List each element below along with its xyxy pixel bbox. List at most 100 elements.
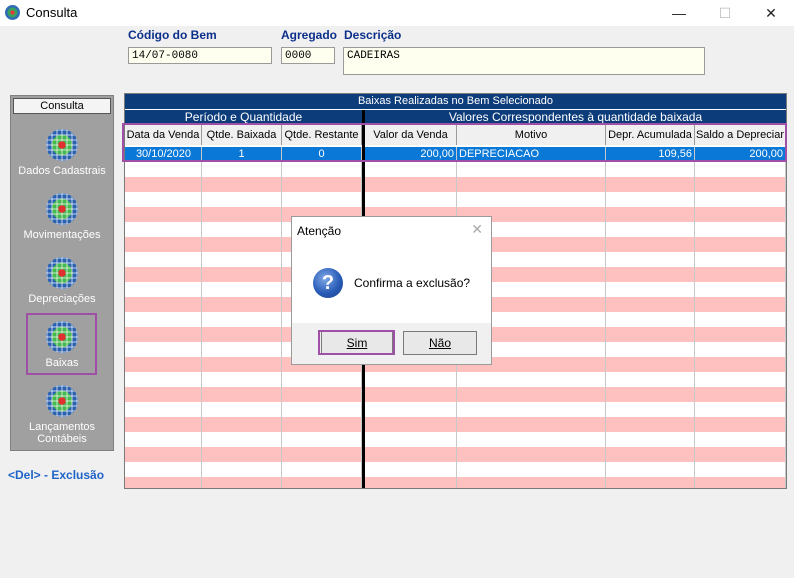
empty-cell (606, 462, 695, 477)
empty-cell (365, 177, 457, 192)
window-title: Consulta (26, 5, 78, 20)
no-button[interactable]: Não (403, 331, 477, 355)
empty-cell (695, 432, 786, 447)
sidebar-item-label: Lançamentos Contábeis (28, 421, 96, 445)
empty-cell (282, 447, 362, 462)
globe-icon (46, 257, 78, 289)
empty-cell (695, 162, 786, 177)
empty-cell (606, 177, 695, 192)
empty-cell (125, 402, 202, 417)
empty-cell (695, 402, 786, 417)
minimize-button[interactable]: — (656, 0, 702, 26)
empty-cell (125, 312, 202, 327)
dialog-message: Confirma a exclusão? (354, 276, 471, 290)
empty-row (125, 402, 786, 417)
empty-cell (606, 312, 695, 327)
empty-cell (457, 402, 606, 417)
empty-cell (125, 387, 202, 402)
empty-cell (695, 177, 786, 192)
empty-row (125, 417, 786, 432)
empty-cell (606, 327, 695, 342)
empty-cell (365, 447, 457, 462)
empty-cell (202, 477, 282, 488)
sidebar-item-depreciacoes[interactable]: Depreciações (11, 257, 113, 305)
empty-cell (202, 417, 282, 432)
empty-cell (695, 252, 786, 267)
empty-cell (695, 357, 786, 372)
empty-cell (606, 267, 695, 282)
empty-cell (125, 432, 202, 447)
empty-cell (606, 372, 695, 387)
descricao-label: Descrição (344, 28, 402, 42)
empty-row (125, 432, 786, 447)
empty-cell (695, 312, 786, 327)
sidebar-header: Consulta (13, 98, 111, 114)
empty-cell (202, 207, 282, 222)
sidebar-item-label: Dados Cadastrais (18, 165, 106, 177)
descricao-field[interactable]: CADEIRAS (343, 47, 705, 75)
empty-cell (202, 312, 282, 327)
empty-cell (457, 417, 606, 432)
empty-row (125, 162, 786, 177)
empty-cell (202, 372, 282, 387)
sidebar: Consulta Dados Cadastrais Movimentações … (10, 95, 114, 451)
empty-cell (125, 372, 202, 387)
empty-cell (202, 267, 282, 282)
empty-cell (282, 432, 362, 447)
sidebar-item-movimentacoes[interactable]: Movimentações (11, 193, 113, 241)
empty-cell (125, 297, 202, 312)
dialog-title: Atenção (297, 224, 342, 238)
empty-cell (365, 417, 457, 432)
empty-cell (606, 342, 695, 357)
empty-cell (457, 432, 606, 447)
empty-cell (365, 462, 457, 477)
empty-cell (202, 447, 282, 462)
empty-cell (606, 237, 695, 252)
empty-cell (457, 477, 606, 488)
empty-cell (125, 237, 202, 252)
empty-cell (125, 357, 202, 372)
empty-cell (606, 192, 695, 207)
empty-cell (695, 297, 786, 312)
globe-icon (46, 193, 78, 225)
empty-cell (125, 207, 202, 222)
empty-row (125, 462, 786, 477)
empty-row (125, 387, 786, 402)
empty-cell (202, 162, 282, 177)
empty-cell (695, 282, 786, 297)
empty-cell (282, 417, 362, 432)
maximize-button[interactable]: ☐ (702, 0, 748, 26)
dialog-close-icon[interactable]: ✕ (471, 221, 483, 238)
empty-cell (282, 402, 362, 417)
sidebar-item-label: Movimentações (23, 229, 101, 241)
sidebar-item-dados-cadastrais[interactable]: Dados Cadastrais (11, 129, 113, 177)
empty-cell (695, 417, 786, 432)
codigo-label: Código do Bem (128, 28, 217, 42)
empty-cell (125, 462, 202, 477)
empty-row (125, 177, 786, 192)
agregado-field[interactable]: 0000 (281, 47, 335, 64)
empty-cell (125, 327, 202, 342)
empty-cell (606, 357, 695, 372)
delete-hint: <Del> - Exclusão (8, 468, 105, 482)
empty-cell (606, 402, 695, 417)
close-button[interactable]: ✕ (748, 0, 794, 26)
empty-cell (202, 327, 282, 342)
empty-cell (606, 282, 695, 297)
empty-cell (695, 327, 786, 342)
empty-cell (202, 432, 282, 447)
sidebar-item-lancamentos-contabeis[interactable]: Lançamentos Contábeis (11, 385, 113, 445)
empty-cell (695, 387, 786, 402)
empty-cell (125, 282, 202, 297)
codigo-field[interactable]: 14/07-0080 (128, 47, 272, 64)
empty-cell (365, 162, 457, 177)
empty-cell (202, 252, 282, 267)
empty-cell (365, 387, 457, 402)
empty-cell (125, 267, 202, 282)
empty-cell (282, 387, 362, 402)
empty-cell (202, 192, 282, 207)
empty-cell (282, 177, 362, 192)
empty-cell (606, 207, 695, 222)
empty-cell (457, 462, 606, 477)
empty-cell (202, 462, 282, 477)
